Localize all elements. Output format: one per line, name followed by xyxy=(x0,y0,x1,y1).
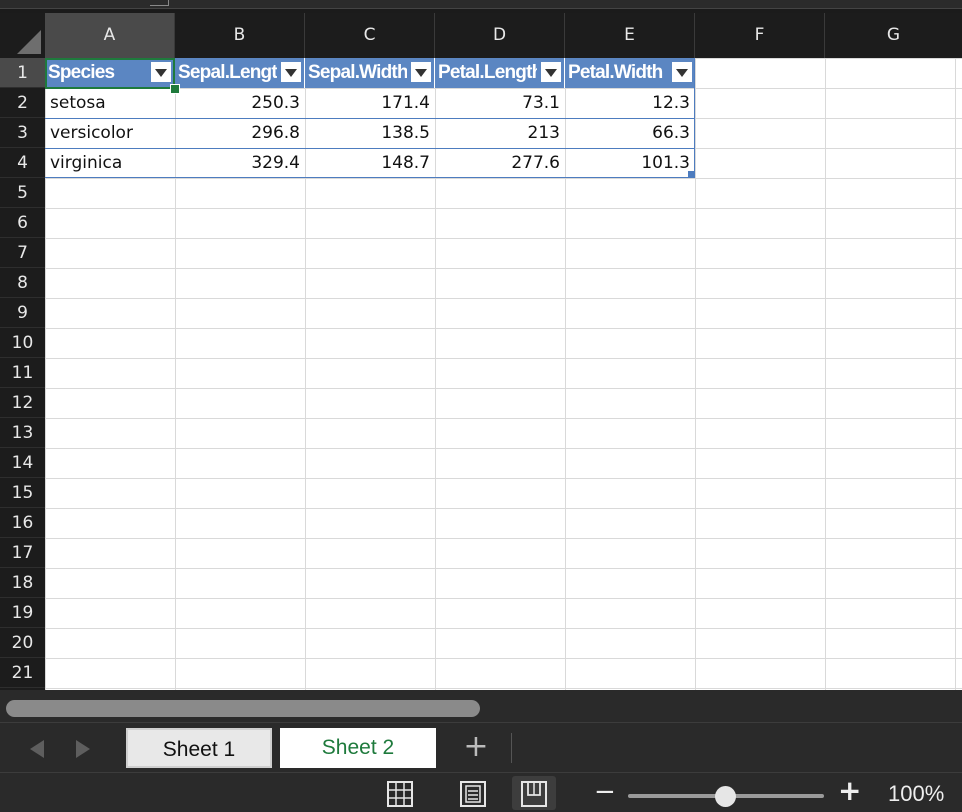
filter-dropdown-button[interactable] xyxy=(540,61,562,83)
table-cell[interactable]: 213 xyxy=(435,118,565,148)
table-cell[interactable]: 66.3 xyxy=(565,118,695,148)
table-cell[interactable]: virginica xyxy=(45,148,175,178)
row-header[interactable]: 15 xyxy=(0,478,45,508)
row-header[interactable]: 6 xyxy=(0,208,45,238)
row-header[interactable]: 5 xyxy=(0,178,45,208)
table-cell[interactable]: 277.6 xyxy=(435,148,565,178)
cell-grid[interactable]: Species Sepal.Length Sepal.Width Petal.L… xyxy=(45,58,962,690)
row-header[interactable]: 11 xyxy=(0,358,45,388)
table-row-divider xyxy=(45,148,695,149)
row-header[interactable]: 21 xyxy=(0,658,45,688)
scrollbar-thumb[interactable] xyxy=(6,700,480,717)
row-header[interactable]: 9 xyxy=(0,298,45,328)
column-header-d[interactable]: D xyxy=(435,13,565,58)
table-cell[interactable]: 148.7 xyxy=(305,148,435,178)
table-header-label: Sepal.Width xyxy=(308,62,407,83)
fill-handle[interactable] xyxy=(170,84,180,94)
column-header-e[interactable]: E xyxy=(565,13,695,58)
table-cell[interactable]: 296.8 xyxy=(175,118,305,148)
chevron-down-icon xyxy=(676,69,688,77)
table-header-cell[interactable]: Sepal.Width xyxy=(305,58,435,88)
row-header[interactable]: 2 xyxy=(0,88,45,118)
table-resize-handle[interactable] xyxy=(688,171,694,177)
table-cell[interactable]: 329.4 xyxy=(175,148,305,178)
table-cell[interactable]: 250.3 xyxy=(175,88,305,118)
row-header[interactable]: 18 xyxy=(0,568,45,598)
row-header[interactable]: 19 xyxy=(0,598,45,628)
chevron-down-icon xyxy=(285,69,297,77)
column-header-a[interactable]: A xyxy=(45,13,175,58)
table-header-cell[interactable]: Species xyxy=(45,58,175,88)
table-row-divider xyxy=(45,118,695,119)
page-break-icon xyxy=(521,781,547,807)
row-header[interactable]: 8 xyxy=(0,268,45,298)
zoom-in-button[interactable]: + xyxy=(838,775,861,807)
table-header-cell[interactable]: Sepal.Length xyxy=(175,58,305,88)
table-header-cell[interactable]: Petal.Width xyxy=(565,58,695,88)
add-sheet-button[interactable]: + xyxy=(462,732,490,762)
table-cell[interactable]: setosa xyxy=(45,88,175,118)
column-header-c[interactable]: C xyxy=(305,13,435,58)
row-header[interactable]: 7 xyxy=(0,238,45,268)
table-header-label: Species xyxy=(48,62,115,83)
column-header-bar: A B C D E F G xyxy=(0,13,962,58)
column-header-g[interactable]: G xyxy=(825,13,962,58)
previous-sheet-arrow-icon[interactable] xyxy=(30,740,44,758)
sheet-tab-sheet-1[interactable]: Sheet 1 xyxy=(126,728,272,768)
next-sheet-arrow-icon[interactable] xyxy=(76,740,90,758)
table-cell[interactable]: 138.5 xyxy=(305,118,435,148)
sheet-tab-sheet-2[interactable]: Sheet 2 xyxy=(280,728,436,768)
page-break-view-button[interactable] xyxy=(512,776,556,810)
table-cell[interactable]: 12.3 xyxy=(565,88,695,118)
table-header-label: Petal.Width xyxy=(568,62,663,83)
zoom-slider-knob[interactable] xyxy=(715,786,736,807)
select-all-corner[interactable] xyxy=(0,13,46,58)
column-header-b[interactable]: B xyxy=(175,13,305,58)
page-layout-view-button[interactable] xyxy=(451,776,495,810)
row-header[interactable]: 20 xyxy=(0,628,45,658)
sheet-tab-bar: Sheet 1 Sheet 2 + xyxy=(0,722,962,773)
table-header-cell[interactable]: Petal.Length xyxy=(435,58,565,88)
table-cell[interactable]: 171.4 xyxy=(305,88,435,118)
row-header-bar: 1 2 3 4 5 6 7 8 9 10 11 12 13 14 15 16 1… xyxy=(0,58,45,690)
chevron-down-icon xyxy=(415,69,427,77)
filter-dropdown-button[interactable] xyxy=(671,61,693,83)
grid-view-icon xyxy=(387,781,413,807)
row-header[interactable]: 12 xyxy=(0,388,45,418)
row-header[interactable]: 10 xyxy=(0,328,45,358)
table-cell[interactable]: 73.1 xyxy=(435,88,565,118)
status-bar: − + 100% xyxy=(0,772,962,812)
normal-view-button[interactable] xyxy=(378,776,422,810)
select-all-triangle-icon xyxy=(17,30,41,54)
filter-dropdown-button[interactable] xyxy=(150,61,172,83)
zoom-level[interactable]: 100% xyxy=(888,781,944,807)
table-header-label: Petal.Length xyxy=(438,62,537,83)
row-header[interactable]: 17 xyxy=(0,538,45,568)
row-header[interactable]: 13 xyxy=(0,418,45,448)
ribbon-tick xyxy=(150,0,169,6)
ribbon-edge xyxy=(0,0,962,9)
table-cell[interactable]: 101.3 xyxy=(565,148,695,178)
column-header-f[interactable]: F xyxy=(695,13,825,58)
horizontal-scrollbar[interactable] xyxy=(0,690,962,722)
table-cell[interactable]: versicolor xyxy=(45,118,175,148)
chevron-down-icon xyxy=(545,69,557,77)
tab-divider xyxy=(511,733,512,763)
filter-dropdown-button[interactable] xyxy=(410,61,432,83)
page-layout-icon xyxy=(460,781,486,807)
row-header[interactable]: 3 xyxy=(0,118,45,148)
window-top-strip xyxy=(0,0,962,13)
row-header[interactable]: 4 xyxy=(0,148,45,178)
chevron-down-icon xyxy=(155,69,167,77)
row-header[interactable]: 14 xyxy=(0,448,45,478)
table-header-label: Sepal.Length xyxy=(178,62,277,83)
row-header[interactable]: 16 xyxy=(0,508,45,538)
zoom-out-button[interactable]: − xyxy=(594,777,616,807)
row-header[interactable]: 1 xyxy=(0,58,45,88)
filter-dropdown-button[interactable] xyxy=(280,61,302,83)
